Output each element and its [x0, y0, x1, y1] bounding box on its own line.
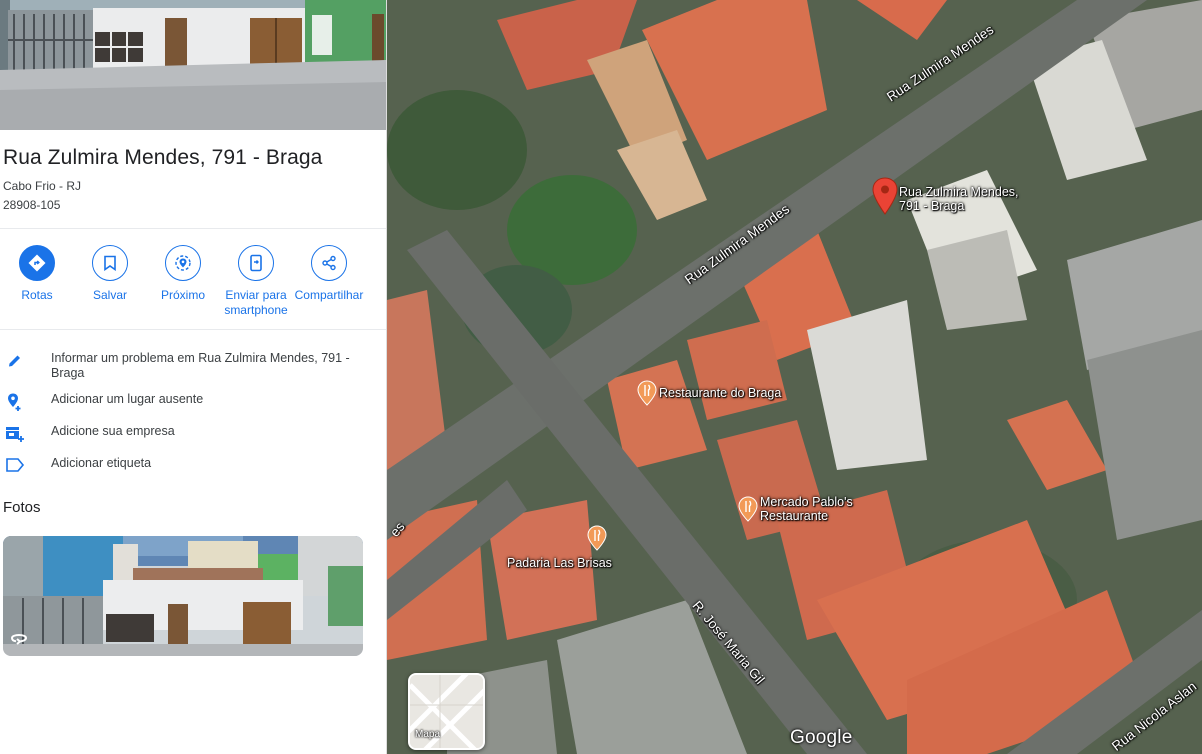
send-to-phone-label: Enviar para smartphone — [224, 288, 288, 317]
divider — [0, 228, 386, 229]
add-label-row[interactable]: Adicionar etiqueta — [0, 456, 386, 486]
add-business-text: Adicione sua empresa — [51, 424, 175, 438]
poi-mercado-pablos[interactable]: Mercado Pablo's Restaurante — [738, 495, 880, 523]
send-to-phone-icon — [238, 245, 274, 281]
share-label: Compartilhar — [294, 288, 364, 302]
nearby-icon — [165, 245, 201, 281]
save-button[interactable]: Salvar — [73, 245, 147, 303]
satellite-imagery — [387, 0, 1202, 754]
map-layer-label: Mapa — [415, 729, 441, 740]
poi-padaria-las-brisas-pin[interactable] — [587, 525, 607, 551]
poi-label: Padaria Las Brisas — [507, 556, 612, 570]
nearby-button[interactable]: Próximo — [146, 245, 220, 303]
report-problem-text: Informar um problema em Rua Zulmira Mend… — [51, 351, 350, 380]
nearby-label: Próximo — [160, 288, 205, 302]
google-logo: Google — [790, 727, 853, 748]
street-view-360-icon — [9, 631, 29, 650]
bookmark-icon — [92, 245, 128, 281]
place-title: Rua Zulmira Mendes, 791 - Braga — [3, 146, 323, 169]
add-business-row[interactable]: Adicione sua empresa — [0, 424, 386, 454]
save-label: Salvar — [92, 288, 127, 302]
divider — [0, 329, 386, 330]
photos-heading: Fotos — [3, 499, 41, 516]
poi-label: Restaurante do Braga — [659, 386, 782, 400]
report-problem-row[interactable]: Informar um problema em Rua Zulmira Mend… — [0, 351, 386, 381]
label-icon — [5, 456, 25, 476]
directions-icon — [19, 245, 55, 281]
restaurant-pin-icon — [738, 496, 758, 522]
pencil-icon — [5, 351, 25, 371]
location-pin-icon[interactable] — [872, 177, 898, 220]
add-place-icon — [5, 392, 25, 412]
poi-restaurante-do-braga[interactable]: Restaurante do Braga — [637, 380, 781, 406]
place-city: Cabo Frio - RJ — [3, 179, 82, 193]
add-missing-place-text: Adicionar um lugar ausente — [51, 392, 204, 406]
directions-label: Rotas — [21, 288, 53, 302]
street-view-photo[interactable] — [3, 536, 363, 656]
restaurant-pin-icon — [637, 380, 657, 406]
send-to-phone-button[interactable]: Enviar para smartphone — [219, 245, 293, 318]
share-button[interactable]: Compartilhar — [292, 245, 366, 303]
place-zip: 28908-105 — [3, 198, 61, 212]
add-missing-place-row[interactable]: Adicionar um lugar ausente — [0, 392, 386, 422]
add-label-text: Adicionar etiqueta — [51, 456, 152, 470]
poi-padaria-las-brisas[interactable]: Padaria Las Brisas — [505, 556, 612, 570]
restaurant-pin-icon — [587, 525, 607, 551]
map-layer-toggle[interactable]: Mapa — [408, 673, 485, 750]
place-panel: Rua Zulmira Mendes, 791 - Braga Cabo Fri… — [0, 0, 387, 754]
share-icon — [311, 245, 347, 281]
location-pin-label: Rua Zulmira Mendes, 791 - Braga — [899, 185, 1019, 213]
directions-button[interactable]: Rotas — [0, 245, 74, 303]
app-window: Rua Zulmira Mendes, 791 - Braga Cabo Fri… — [0, 0, 1202, 754]
poi-label: Mercado Pablo's Restaurante — [760, 495, 853, 523]
satellite-map[interactable]: Rua Zulmira Mendes Rua Zulmira Mendes R.… — [387, 0, 1202, 754]
place-hero-photo[interactable] — [0, 0, 386, 130]
add-business-icon — [5, 424, 25, 444]
